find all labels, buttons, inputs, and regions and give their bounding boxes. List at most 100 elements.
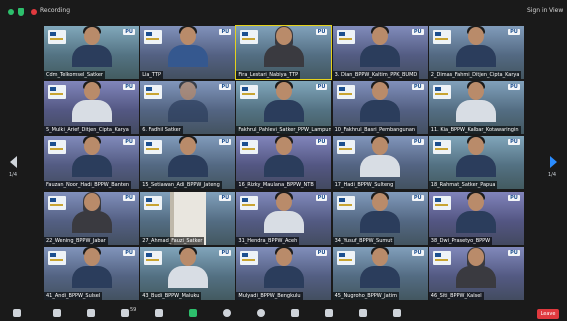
participant-name-label: 46_Siti_BPPW_Kalsel [428,291,484,300]
participant-head [372,137,389,156]
participant-tile[interactable]: PU Fira_Lestari_Nabiya_TTP [235,25,333,80]
participant-tile[interactable]: PU 17_Hadi_BPPW_Sulteng [332,136,428,190]
toolbar-whiteboard-button[interactable] [324,308,334,318]
mic-icon [13,309,21,317]
participant-tile[interactable]: PU 45_Nugroho_BPPW_Jatim [332,246,428,300]
prev-page-arrow-icon[interactable] [10,156,17,168]
participant-body [71,265,112,288]
participant-body [167,45,208,67]
participant-body [263,155,304,178]
toolbar-shield-button[interactable] [86,308,96,318]
participant-name-label: Lia_TTP [140,71,163,79]
participant-head [83,27,100,45]
participant-tile[interactable]: PU 46_Siti_BPPW_Kalsel [428,246,524,300]
participant-name-label: Fauzan_Noor_Hadi_BPPW_Banten [44,181,132,190]
participant-name-label: Cdm_Telkomsel_Satker [44,71,105,79]
leave-button[interactable]: Leave [537,309,559,319]
participant-tile[interactable]: PU Cdm_Telkomsel_Satker [44,26,139,79]
participant-video [167,26,208,73]
encryption-shield-icon[interactable] [18,8,24,16]
participant-body [71,45,112,67]
participant-video [71,81,112,128]
participant-video [71,191,112,239]
participant-name-label: Fakhrul_Pahlevi_Satker_PPW_Lampung [236,126,332,135]
view-button[interactable]: View [549,7,563,14]
participant-tile[interactable]: PU 43_Budi_BPPW_Maluku [140,246,236,300]
toolbar-more-button[interactable] [392,308,402,318]
connection-status-icon[interactable] [8,9,14,15]
participant-tile[interactable]: PU 18_Rahmat_Satker_Papua [428,136,524,190]
participant-tile[interactable]: PU 6. Fadhil Satker [140,81,236,135]
toolbar-share-screen-button[interactable] [188,308,198,318]
participant-head [468,192,485,211]
participant-name-label: 3. Dian_BPPW_Kaltim_PPK_BUMD [332,71,420,79]
participant-video [360,191,401,239]
participant-name-label: 2_Dimas_Fahmi_Ditjen_Cipta_Karya [428,71,522,79]
toolbar-apps-button[interactable] [290,308,300,318]
participant-name-label: 27_Ahmad_Fauzi_Satker [140,236,205,245]
participant-video [456,26,497,73]
toolbar-notes-button[interactable] [358,308,368,318]
participant-tile[interactable]: PU 41_Andi_BPPW_Sulsel [44,246,139,300]
participant-name-label: 22_Wening_BPPW_Jabar [44,236,108,245]
participant-tile[interactable]: PU Lia_TTP [140,26,236,79]
participant-video [456,136,497,183]
participant-tile[interactable]: PU 3. Dian_BPPW_Kaltim_PPK_BUMD [332,26,428,79]
participants-icon [121,309,129,317]
recording-icon[interactable] [31,9,37,15]
participant-tile[interactable]: PU Fakhrul_Pahlevi_Satker_PPW_Lampung [236,81,332,135]
participant-video [263,191,304,239]
participant-body [167,100,208,123]
participant-head [372,192,389,211]
participant-head [468,82,485,101]
toolbar-chat-button[interactable] [154,308,164,318]
participant-video [71,26,112,73]
toolbar-reactions-button[interactable] [256,308,266,318]
participant-tile[interactable]: PU 16_Rizky_Maulana_BPPW_NTB [236,136,332,190]
toolbar-participants-button[interactable] [120,308,130,318]
participant-tile[interactable]: PU Mulyadi_BPPW_Bengkulu [236,246,332,300]
participant-name-label: 34_Yusuf_BPPW_Sumut [332,236,395,245]
participant-head [275,247,292,266]
participant-body [456,210,497,233]
participant-tile[interactable]: PU 11. Kia_BPPW_Kalbar_Kotawaringin [428,81,524,135]
participant-head [372,27,389,45]
ministry-logo-icon: PU [315,29,328,35]
participant-tile[interactable]: PU 31_Hendra_BPPW_Aceh [236,191,332,245]
participant-tile[interactable]: PU 10_Fakhrul_Basri_Pembangunan [332,81,428,135]
participant-head [372,247,389,266]
event-banner-icon [240,140,259,155]
ministry-logo-icon: PU [411,249,424,256]
signin-button[interactable]: Sign in [527,7,547,14]
participant-body [263,100,304,123]
participant-video [71,136,112,183]
toolbar-mic-button[interactable] [12,308,22,318]
record-icon [223,309,231,317]
event-banner-icon [336,140,355,155]
whiteboard-icon [325,309,333,317]
participant-tile[interactable]: PU 22_Wening_BPPW_Jabar [44,191,139,245]
ministry-logo-icon: PU [315,84,328,91]
participant-video [167,136,208,183]
toolbar-record-button[interactable] [222,308,232,318]
shield-icon [87,309,95,317]
participant-head [179,82,196,101]
participant-tile[interactable]: PU 2_Dimas_Fahmi_Ditjen_Cipta_Karya [428,26,524,79]
participant-video [167,81,208,128]
participant-video [71,246,112,294]
event-banner-icon [240,250,259,265]
participant-head [83,247,100,266]
participant-tile[interactable]: PU 38_Dwi_Prasetyo_BPPW [428,191,524,245]
participant-tile[interactable]: PU 15_Setiawan_Adi_BPPW_Jateng [140,136,236,190]
next-page-arrow-icon[interactable] [550,156,557,168]
participant-tile[interactable]: PU Fauzan_Noor_Hadi_BPPW_Banten [44,136,139,190]
ministry-logo-icon: PU [411,194,424,201]
participant-body [167,155,208,178]
participant-tile[interactable]: PU 34_Yusuf_BPPW_Sumut [332,191,428,245]
event-banner-icon [48,195,66,210]
participant-name-label: 45_Nugroho_BPPW_Jatim [332,291,399,300]
toolbar-video-camera-button[interactable] [52,308,62,318]
participant-tile[interactable]: PU 5_Mulki_Arief_Ditjen_Cipta_Karya [44,81,139,135]
reactions-icon [257,309,265,317]
participant-tile[interactable]: PU 27_Ahmad_Fauzi_Satker [140,191,236,245]
